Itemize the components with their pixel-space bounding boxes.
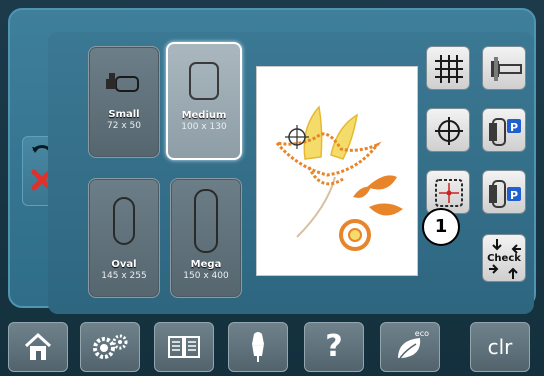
- park-position-p1-button[interactable]: P: [482, 108, 526, 152]
- hoop-medium-button[interactable]: Medium 100 x 130: [166, 42, 242, 160]
- tutorial-button[interactable]: [154, 322, 214, 372]
- hoop-park-p-icon: P: [489, 118, 521, 146]
- hoop-small-size: 72 x 50: [107, 121, 141, 131]
- check-button[interactable]: Check: [482, 234, 526, 282]
- setup-button[interactable]: [80, 322, 140, 372]
- check-label: Check: [487, 253, 521, 264]
- small-hoop-icon: [106, 73, 139, 92]
- hoop-oval-size: 145 x 255: [101, 271, 147, 281]
- home-icon: [24, 332, 52, 360]
- crosshair-center-icon: [435, 117, 463, 145]
- hoop-small-label: Small: [108, 109, 140, 120]
- clear-label: clr: [487, 335, 513, 359]
- hoop-park-p-icon: P: [489, 180, 521, 208]
- dress-form-icon: [252, 332, 264, 362]
- settings-icon: [93, 334, 128, 359]
- park-hoop-button[interactable]: [482, 46, 526, 90]
- consultant-button[interactable]: [228, 322, 288, 372]
- oval-hoop-icon: [113, 197, 135, 245]
- hoop-mega-button[interactable]: Mega 150 x 400: [170, 178, 242, 298]
- eco-label: eco: [414, 329, 429, 338]
- hoop-oval-label: Oval: [111, 259, 137, 270]
- help-icon: ?: [325, 329, 343, 364]
- embroidery-screen: Small 72 x 50 Medium 100 x 130 Oval 145 …: [0, 0, 544, 376]
- park-position-p2-button[interactable]: P: [482, 170, 526, 214]
- design-preview[interactable]: [256, 66, 418, 276]
- bottom-toolbar: ? eco clr: [0, 314, 544, 376]
- hoop-small-button[interactable]: Small 72 x 50: [88, 46, 160, 158]
- grid-button[interactable]: [426, 46, 470, 90]
- svg-text:P: P: [510, 189, 518, 202]
- medium-hoop-icon: [189, 62, 219, 100]
- hoop-mega-label: Mega: [190, 259, 222, 270]
- center-button[interactable]: [426, 108, 470, 152]
- hoop-mega-size: 150 x 400: [183, 271, 229, 281]
- clear-button[interactable]: clr: [470, 322, 530, 372]
- svg-text:P: P: [510, 121, 518, 134]
- hoop-medium-label: Medium: [181, 110, 227, 121]
- hoop-selection-area: Small 72 x 50 Medium 100 x 130 Oval 145 …: [48, 32, 534, 314]
- main-panel: Small 72 x 50 Medium 100 x 130 Oval 145 …: [8, 8, 536, 314]
- hoop-medium-size: 100 x 130: [181, 122, 227, 132]
- grid-icon: [435, 55, 463, 83]
- help-button[interactable]: ?: [304, 322, 364, 372]
- home-button[interactable]: [8, 322, 68, 372]
- mega-hoop-icon: [194, 189, 218, 253]
- virtual-position-button[interactable]: [426, 170, 470, 214]
- hoop-oval-button[interactable]: Oval 145 x 255: [88, 178, 160, 298]
- callout-badge: 1: [422, 208, 460, 246]
- eco-button[interactable]: eco: [380, 322, 440, 372]
- book-icon: [168, 336, 200, 358]
- embroidery-design-image: [273, 105, 403, 251]
- hoop-park-icon: [491, 57, 522, 81]
